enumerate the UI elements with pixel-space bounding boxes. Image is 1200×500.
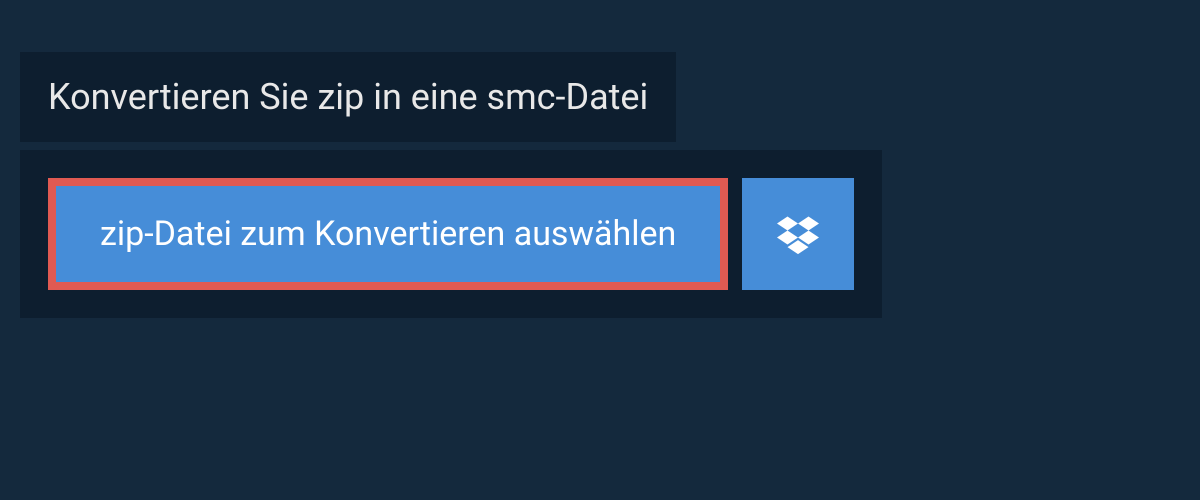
select-file-button[interactable]: zip-Datei zum Konvertieren auswählen: [48, 178, 728, 290]
file-select-panel: zip-Datei zum Konvertieren auswählen: [20, 150, 882, 318]
dropbox-icon: [777, 213, 819, 255]
select-file-label: zip-Datei zum Konvertieren auswählen: [100, 214, 676, 254]
dropbox-button[interactable]: [742, 178, 854, 290]
page-title: Konvertieren Sie zip in eine smc-Datei: [48, 76, 648, 118]
title-bar: Konvertieren Sie zip in eine smc-Datei: [20, 52, 676, 142]
